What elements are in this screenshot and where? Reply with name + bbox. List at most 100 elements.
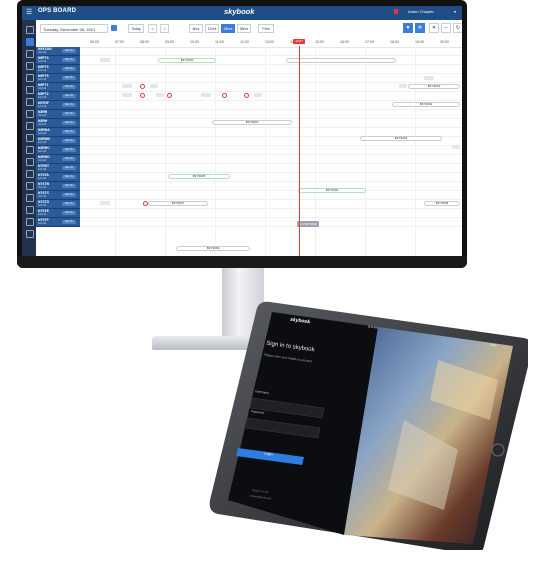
row-status-button[interactable]: Not Ov	[62, 219, 76, 224]
aircraft-row-label[interactable]: N9PT3 Aircraft Not Ov	[36, 65, 80, 74]
view-12hrs-button[interactable]: 12hrs	[205, 24, 219, 33]
today-button[interactable]: Today	[128, 24, 144, 33]
aircraft-row-label[interactable]: N9PT5 Aircraft Not Ov	[36, 74, 80, 83]
flight-bar[interactable]: BFY9003	[212, 120, 292, 125]
flight-bar[interactable]: BFY9009	[176, 246, 250, 251]
flight-bar[interactable]: BFY9007	[148, 201, 208, 206]
alert-icon[interactable]	[244, 93, 249, 98]
minus-icon[interactable]: –	[441, 23, 451, 33]
row-status-button[interactable]: Not Ov	[62, 66, 76, 71]
sidebar-icon-11[interactable]	[26, 146, 34, 154]
flight-chip[interactable]	[122, 93, 132, 97]
flight-bar[interactable]: BFY9002	[392, 102, 460, 107]
alert-icon[interactable]	[222, 93, 227, 98]
close-icon[interactable]: ✕	[429, 23, 439, 33]
sidebar-icon-7[interactable]	[26, 98, 34, 106]
row-status-button[interactable]: Not Ov	[62, 156, 76, 161]
sidebar-icon-4[interactable]	[26, 62, 34, 70]
row-status-button[interactable]: Not Ov	[62, 93, 76, 98]
alert-icon[interactable]	[140, 84, 145, 89]
flight-chip[interactable]	[100, 201, 110, 205]
aircraft-row-label[interactable]: N9PT1 Aircraft Not Ov	[36, 83, 80, 92]
next-day-button[interactable]: >	[160, 24, 169, 33]
sidebar-icon-3[interactable]	[26, 50, 34, 58]
row-status-button[interactable]: Not Ov	[62, 102, 76, 107]
flight-chip[interactable]	[201, 93, 211, 97]
aircraft-row-label[interactable]: N3RHC Aircraft Not Ov	[36, 146, 80, 155]
aircraft-row-label[interactable]: N7STD Aircraft Not Ov	[36, 200, 80, 209]
sidebar-icon-6[interactable]	[26, 86, 34, 94]
row-status-button[interactable]: Not Ov	[62, 183, 76, 188]
aircraft-row-label[interactable]: N7STF Aircraft Not Ov	[36, 218, 80, 227]
flight-chip[interactable]	[100, 58, 110, 62]
sidebar-icon-17[interactable]	[26, 218, 34, 226]
sidebar-icon-9[interactable]	[26, 122, 34, 130]
row-status-button[interactable]: Not Ov	[62, 201, 76, 206]
hamburger-menu-icon[interactable]: ☰	[26, 8, 32, 16]
prev-day-button[interactable]: <	[148, 24, 157, 33]
aircraft-row-label[interactable]: N3RH Aircraft Not Ov	[36, 119, 80, 128]
sidebar-icon-5[interactable]	[26, 74, 34, 82]
flight-chip[interactable]	[452, 145, 460, 149]
view-36hrs-button[interactable]: 36hrs	[237, 24, 251, 33]
sidebar-icon-1[interactable]	[26, 26, 34, 34]
sidebar-icon-16[interactable]	[26, 206, 34, 214]
sidebar-icon-14[interactable]	[26, 182, 34, 190]
aircraft-row-label[interactable]: N9PT2 Aircraft Not Ov	[36, 92, 80, 101]
flight-bar[interactable]	[286, 58, 396, 63]
flight-bar[interactable]: BFY9000	[158, 58, 216, 63]
flight-chip[interactable]	[122, 84, 132, 88]
sidebar-icon-12[interactable]	[26, 158, 34, 166]
view-24hrs-button[interactable]: 24hrs	[221, 24, 235, 33]
sidebar-icon-8[interactable]	[26, 110, 34, 118]
sidebar-icon-10[interactable]	[26, 134, 34, 142]
alert-icon[interactable]	[167, 93, 172, 98]
aircraft-row-label[interactable]: N7RST Aircraft Not Ov	[36, 164, 80, 173]
row-status-button[interactable]: Not Ov	[62, 75, 76, 80]
print-button[interactable]: Print	[258, 24, 274, 33]
row-status-button[interactable]: Not Ov	[62, 57, 76, 62]
aircraft-row-label[interactable]: N3RHA Aircraft Not Ov	[36, 128, 80, 137]
alert-icon[interactable]	[140, 93, 145, 98]
filter-icon[interactable]: ▼	[403, 23, 413, 33]
sidebar-icon-15[interactable]	[26, 194, 34, 202]
aircraft-row-label[interactable]: N9TNF Aircraft Not Ov	[36, 101, 80, 110]
user-menu[interactable]: Anton Chapter	[408, 9, 434, 14]
flight-chip[interactable]	[254, 93, 262, 97]
home-button[interactable]	[491, 443, 505, 457]
refresh-icon[interactable]: ↻	[453, 23, 462, 33]
row-status-button[interactable]: Not Ov	[62, 210, 76, 215]
row-status-button[interactable]: Not Ov	[62, 48, 76, 53]
aircraft-row-label[interactable]: N7STC Aircraft Not Ov	[36, 191, 80, 200]
row-status-button[interactable]: Not Ov	[62, 84, 76, 89]
row-status-button[interactable]: Not Ov	[62, 111, 76, 116]
chevron-down-icon[interactable]: ▾	[454, 9, 456, 14]
row-status-button[interactable]: Not Ov	[62, 192, 76, 197]
sidebar-icon-18[interactable]	[26, 230, 34, 238]
aircraft-row-label[interactable]: N3RHD Aircraft Not Ov	[36, 155, 80, 164]
aircraft-row-label[interactable]: N7STB Aircraft Not Ov	[36, 182, 80, 191]
row-status-button[interactable]: Not Ov	[62, 129, 76, 134]
sidebar-icon-13[interactable]	[26, 170, 34, 178]
aircraft-row-label[interactable]: N9PT4 Aircraft Not Ov	[36, 56, 80, 65]
aircraft-row-label[interactable]: N9XXAN Aircraft Not Ov	[36, 47, 80, 56]
row-status-button[interactable]: Not Ov	[62, 174, 76, 179]
settings-gear-icon[interactable]: ✲	[415, 23, 425, 33]
aircraft-row-label[interactable]: N7STE Aircraft Not Ov	[36, 209, 80, 218]
flight-chip[interactable]	[156, 93, 164, 97]
flight-bar[interactable]: BFY9006	[298, 188, 366, 193]
row-status-button[interactable]: Not Ov	[62, 138, 76, 143]
flight-bar[interactable]: BFY9005	[168, 174, 230, 179]
notification-icon[interactable]	[394, 9, 398, 14]
date-picker[interactable]: Tuesday, December 06, 2021	[40, 24, 108, 33]
aircraft-row-label[interactable]: N3RR Aircraft Not Ov	[36, 110, 80, 119]
row-status-button[interactable]: Not Ov	[62, 147, 76, 152]
flight-bar[interactable]: BFY9001	[408, 84, 460, 89]
flight-chip[interactable]	[424, 76, 434, 80]
view-6hrs-button[interactable]: 6hrs	[189, 24, 203, 33]
aircraft-row-label[interactable]: N7STA Aircraft Not Ov	[36, 173, 80, 182]
aircraft-row-label[interactable]: N3RHB Aircraft Not Ov	[36, 137, 80, 146]
row-status-button[interactable]: Not Ov	[62, 165, 76, 170]
flight-chip[interactable]	[399, 84, 407, 88]
flight-bar[interactable]: BFY9008	[424, 201, 460, 206]
